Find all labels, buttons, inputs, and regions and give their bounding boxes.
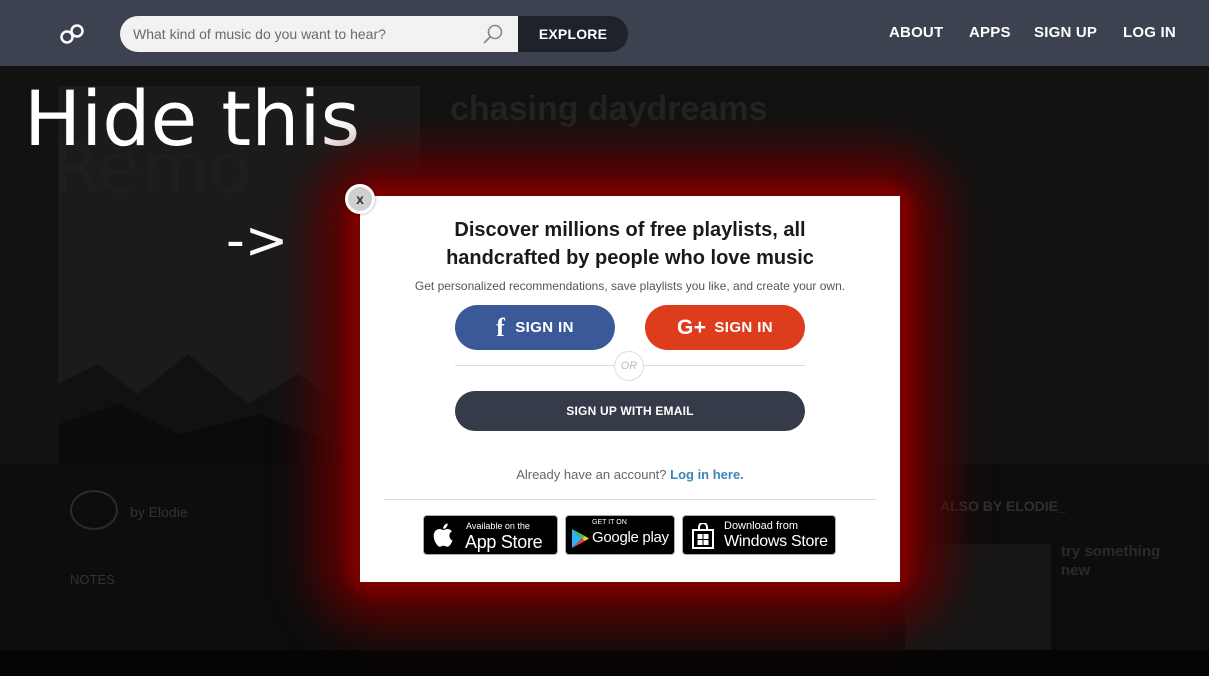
google-play-small-text: GET IT ON [592,519,627,526]
explore-button[interactable]: EXPLORE [518,16,628,52]
side-playlist-thumbnail [905,544,1051,656]
or-badge: OR [614,351,644,381]
windows-store-small-text: Download from [724,520,798,532]
app-store-badge[interactable]: Available on the App Store [423,515,558,555]
app-store-big-text: App Store [465,532,543,552]
google-play-badge[interactable]: GET IT ON Google play [565,515,675,555]
modal-divider [384,499,876,500]
annotation-arrow: -> [226,211,289,271]
8tracks-logo-icon[interactable] [58,22,86,46]
google-play-icon [572,529,589,548]
nav-link-apps[interactable]: APPS [969,24,1011,41]
signup-modal: Discover millions of free playlists, all… [360,196,900,582]
google-play-big-text: Google play [592,529,669,546]
modal-title-line-2: handcrafted by people who love music [446,247,814,269]
facebook-icon: f [496,312,506,342]
close-modal-button[interactable]: x [345,184,375,214]
playlist-title: chasing daydreams [450,90,768,128]
nav-link-log-in[interactable]: LOG IN [1123,24,1176,41]
login-prompt: Already have an account? Log in here. [360,467,900,482]
nav-link-sign-up[interactable]: SIGN UP [1034,24,1097,41]
windows-store-big-text: Windows Store [724,533,828,550]
facebook-sign-in-button[interactable]: f SIGN IN [455,305,615,350]
player-bar [0,650,1209,676]
side-playlist-title: try something new [1061,543,1161,579]
nav-link-about[interactable]: ABOUT [889,24,943,41]
top-nav: EXPLORE ABOUT APPS SIGN UP LOG IN [0,0,1209,66]
modal-subtitle: Get personalized recommendations, save p… [414,279,846,293]
playlist-author: by Elodie [130,504,188,520]
login-prompt-text: Already have an account? [516,467,667,482]
annotation-hide-text: Hide this [24,74,361,163]
windows-store-badge[interactable]: Download from Windows Store [682,515,836,555]
search-input[interactable] [120,16,480,52]
avatar [70,490,118,530]
modal-title-line-1: Discover millions of free playlists, all [454,219,806,241]
sign-up-with-email-button[interactable]: SIGN UP WITH EMAIL [455,391,805,431]
log-in-here-link[interactable]: Log in here. [670,467,744,482]
google-sign-in-label: SIGN IN [714,319,774,336]
notes-heading: NOTES [70,572,115,587]
app-store-small-text: Available on the [466,521,530,531]
apple-icon [433,523,453,547]
google-plus-icon: G+ [676,315,707,339]
modal-title: Discover millions of free playlists, all… [360,216,900,272]
facebook-sign-in-label: SIGN IN [515,319,574,336]
windows-store-icon [692,523,714,549]
search-bar [120,16,518,52]
search-icon[interactable] [482,23,504,45]
google-plus-sign-in-button[interactable]: G+ SIGN IN [645,305,805,350]
side-heading: ALSO BY ELODIE_ [940,498,1066,514]
